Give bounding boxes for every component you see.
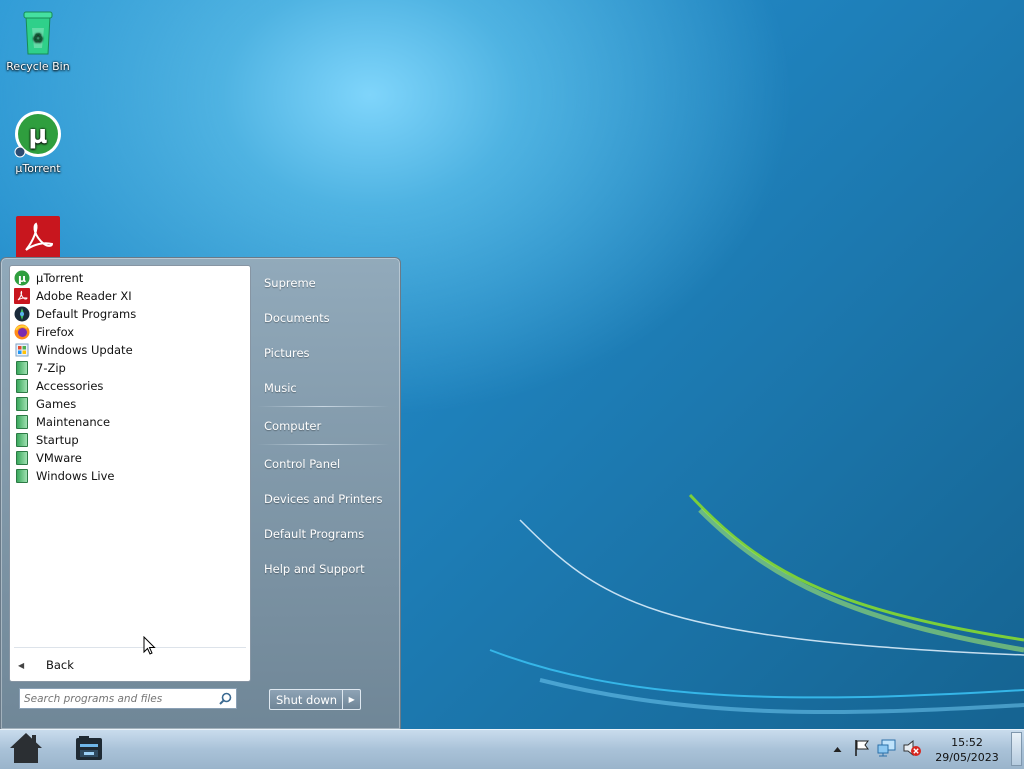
mouse-cursor-icon [143,636,156,655]
volume-muted-icon[interactable] [902,739,922,760]
program-label: Firefox [36,325,75,339]
divider [257,444,389,445]
search-input[interactable] [24,691,214,706]
taskbar-pinned-file-explorer[interactable] [67,731,111,767]
program-item-windows-live[interactable]: Windows Live [14,467,244,485]
taskbar-clock[interactable]: 15:52 29/05/2023 [934,735,1000,765]
firefox-icon [14,324,30,340]
shutdown-label: Shut down [276,692,338,707]
desktop-icon-utorrent[interactable]: µ µTorrent [0,110,76,175]
program-label: Adobe Reader XI [36,289,132,303]
start-menu: µ µTorrent Adobe Reader XI Default Progr… [0,257,401,730]
network-icon[interactable] [877,739,897,760]
program-label: Accessories [36,379,104,393]
program-item-windows-update[interactable]: Windows Update [14,341,244,359]
program-item-7zip[interactable]: 7-Zip [14,359,244,377]
program-label: VMware [36,451,82,465]
desktop-icon-recycle-bin[interactable]: ♻ Recycle Bin [0,8,76,73]
program-item-games[interactable]: Games [14,395,244,413]
recycle-bin-icon: ♻ [14,8,62,56]
start-button[interactable] [4,731,48,767]
program-item-default-programs[interactable]: Default Programs [14,305,244,323]
search-box [19,688,237,709]
svg-text:♻: ♻ [33,31,44,45]
folder-icon [14,432,30,448]
program-label: Windows Live [36,469,115,483]
search-icon[interactable] [219,692,232,708]
program-label: Startup [36,433,79,447]
taskbar: 15:52 29/05/2023 [0,729,1024,769]
program-item-startup[interactable]: Startup [14,431,244,449]
right-item-pictures[interactable]: Pictures [264,346,310,360]
utorrent-icon: µ [14,270,30,286]
divider [257,406,389,407]
show-hidden-icons-arrow[interactable] [833,743,842,756]
divider [14,647,246,648]
right-item-documents[interactable]: Documents [264,311,330,325]
right-item-default-programs[interactable]: Default Programs [264,527,364,541]
clock-date: 29/05/2023 [935,751,999,764]
desktop-icon-label: µTorrent [15,162,61,175]
right-item-music[interactable]: Music [264,381,297,395]
svg-text:µ: µ [18,272,26,285]
folder-icon [14,378,30,394]
adobe-reader-icon [14,288,30,304]
program-item-vmware[interactable]: VMware [14,449,244,467]
file-explorer-icon [74,734,104,765]
program-label: Maintenance [36,415,111,429]
chevron-left-icon: ◀ [18,660,25,670]
back-button[interactable]: ◀ Back [18,656,74,674]
program-label: Games [36,397,77,411]
chevron-right-icon[interactable]: ▶ [342,690,360,709]
show-desktop-button[interactable] [1011,732,1022,766]
right-item-computer[interactable]: Computer [264,419,321,433]
folder-icon [14,450,30,466]
windows-update-icon [14,342,30,358]
svg-text:µ: µ [28,120,47,150]
default-programs-icon [14,306,30,322]
folder-icon [14,468,30,484]
action-center-flag-icon[interactable] [853,739,871,760]
folder-icon [14,396,30,412]
adobe-reader-icon [14,214,62,262]
folder-icon [14,414,30,430]
program-item-adobe-reader[interactable]: Adobe Reader XI [14,287,244,305]
start-home-icon [6,731,46,768]
program-item-maintenance[interactable]: Maintenance [14,413,244,431]
utorrent-icon: µ [14,110,62,158]
clock-time: 15:52 [951,736,983,749]
program-item-utorrent[interactable]: µ µTorrent [14,269,244,287]
shutdown-button[interactable]: Shut down ▶ [269,689,361,710]
program-label: Windows Update [36,343,133,357]
program-label: Default Programs [36,307,137,321]
program-label: 7-Zip [36,361,66,375]
right-item-control-panel[interactable]: Control Panel [264,457,340,471]
right-item-help-and-support[interactable]: Help and Support [264,562,365,576]
programs-list: µ µTorrent Adobe Reader XI Default Progr… [9,265,251,682]
desktop-icon-label: Recycle Bin [6,60,70,73]
folder-icon [14,360,30,376]
program-label: µTorrent [36,271,84,285]
program-item-accessories[interactable]: Accessories [14,377,244,395]
program-item-firefox[interactable]: Firefox [14,323,244,341]
back-label: Back [46,658,74,672]
right-item-devices-and-printers[interactable]: Devices and Printers [264,492,383,506]
right-item-user-folder[interactable]: Supreme [264,276,316,290]
